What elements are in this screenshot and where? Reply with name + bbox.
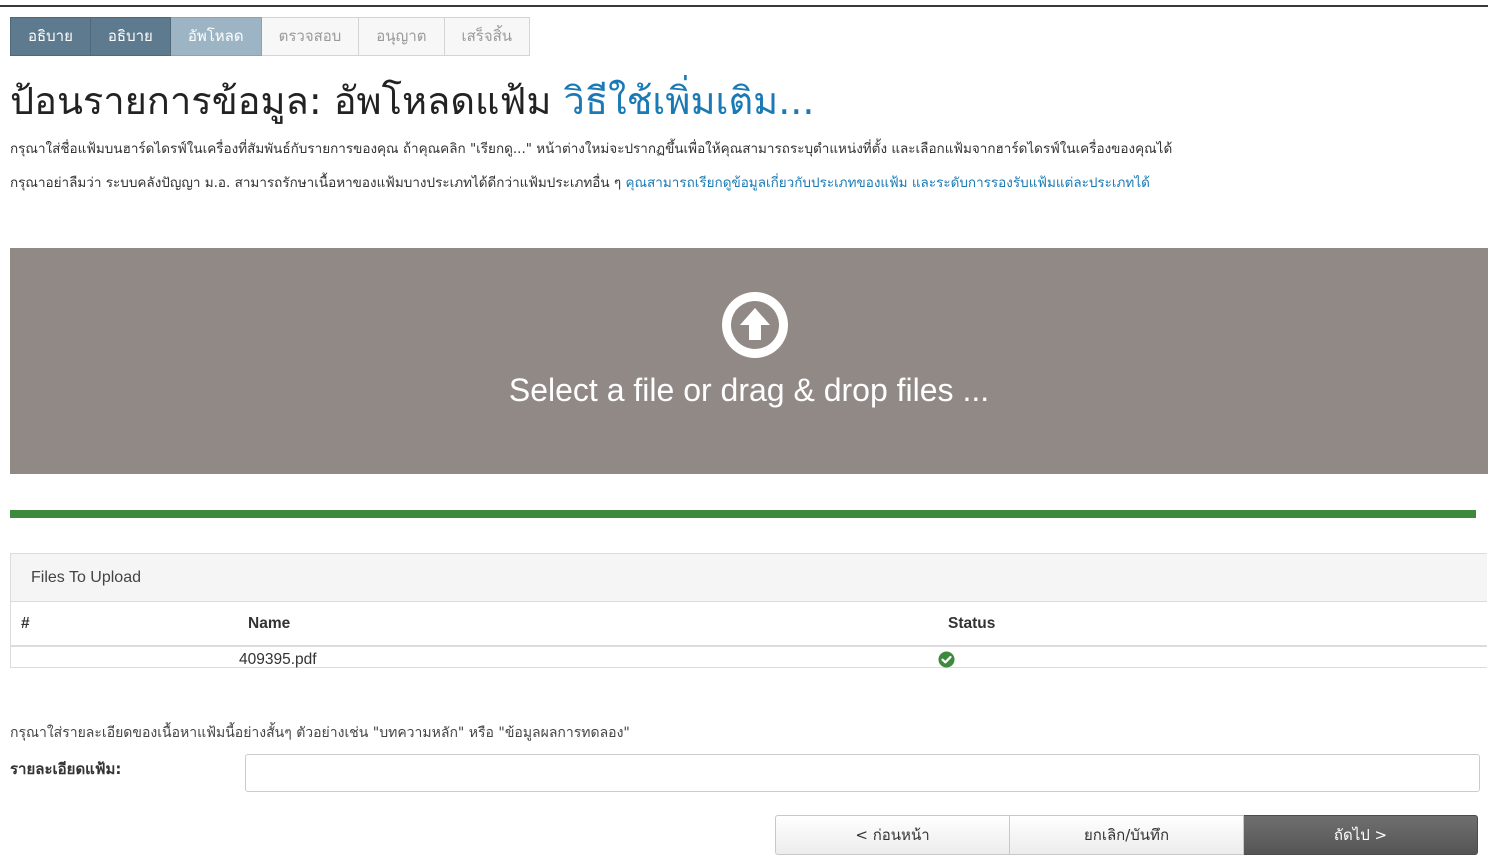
step-license[interactable]: อนุญาต — [359, 17, 445, 56]
column-name: Name — [247, 602, 947, 647]
instruction-line-1: กรุณาใส่ชื่อแฟ้มบนฮาร์ดไดรฟ์ในเครื่องที่… — [10, 141, 1173, 157]
upload-arrow-circle-icon — [722, 292, 788, 358]
instruction-line-2-text: กรุณาอย่าลืมว่า ระบบคลังปัญญา ม.อ. สามาร… — [10, 175, 626, 191]
navigation-buttons: < ก่อนหน้า ยกเลิก/บันทึก ถัดไป > — [775, 815, 1478, 855]
cancel-save-button[interactable]: ยกเลิก/บันทึก — [1010, 815, 1244, 855]
progress-steps: อธิบาย อธิบาย อัพโหลด ตรวจสอบ อนุญาต เสร… — [10, 17, 531, 56]
page-title: ป้อนรายการข้อมูล: อัพโหลดแฟ้ม วิธีใช้เพิ… — [10, 76, 814, 126]
column-number: # — [11, 602, 247, 647]
upload-progress-fill — [10, 510, 1476, 518]
table-row: 409395.pdf — [11, 646, 1487, 672]
instruction-line-2: กรุณาอย่าลืมว่า ระบบคลังปัญญา ม.อ. สามาร… — [10, 171, 1150, 193]
step-describe-1[interactable]: อธิบาย — [10, 17, 91, 56]
top-divider — [0, 5, 1488, 7]
step-verify[interactable]: ตรวจสอบ — [261, 17, 360, 56]
description-label: รายละเอียดแฟ้ม: — [10, 760, 122, 778]
file-description-input[interactable] — [245, 754, 1480, 792]
upload-progress-bar — [10, 510, 1476, 518]
step-upload[interactable]: อัพโหลด — [170, 17, 262, 56]
file-dropzone[interactable]: Select a file or drag & drop files ... — [10, 248, 1488, 474]
file-formats-link[interactable]: คุณสามารถเรียกดูข้อมูลเกี่ยวกับประเภทของ… — [625, 175, 1149, 191]
description-help: กรุณาใส่รายละเอียดของเนื้อหาแฟ้มนี้อย่าง… — [10, 725, 630, 741]
step-describe-2[interactable]: อธิบาย — [90, 17, 171, 56]
dropzone-label: Select a file or drag & drop files ... — [508, 372, 990, 408]
row-number — [11, 646, 247, 672]
file-name: 409395.pdf — [239, 646, 947, 672]
previous-button[interactable]: < ก่อนหน้า — [775, 815, 1010, 855]
next-button[interactable]: ถัดไป > — [1244, 815, 1478, 855]
column-status: Status — [947, 602, 1487, 647]
check-circle-icon — [938, 651, 955, 668]
files-table-header: # Name Status — [11, 602, 1487, 647]
help-link[interactable]: วิธีใช้เพิ่มเติม... — [564, 79, 815, 123]
file-status — [938, 646, 1487, 672]
files-panel-title: Files To Upload — [11, 554, 1487, 602]
files-to-upload-panel: Files To Upload # Name Status 409395.pdf — [10, 553, 1487, 668]
files-table: # Name Status 409395.pdf — [11, 602, 1487, 672]
page-title-text: ป้อนรายการข้อมูล: อัพโหลดแฟ้ม — [10, 79, 552, 123]
file-name-text: 409395.pdf — [239, 650, 317, 668]
step-complete[interactable]: เสร็จสิ้น — [444, 17, 531, 56]
